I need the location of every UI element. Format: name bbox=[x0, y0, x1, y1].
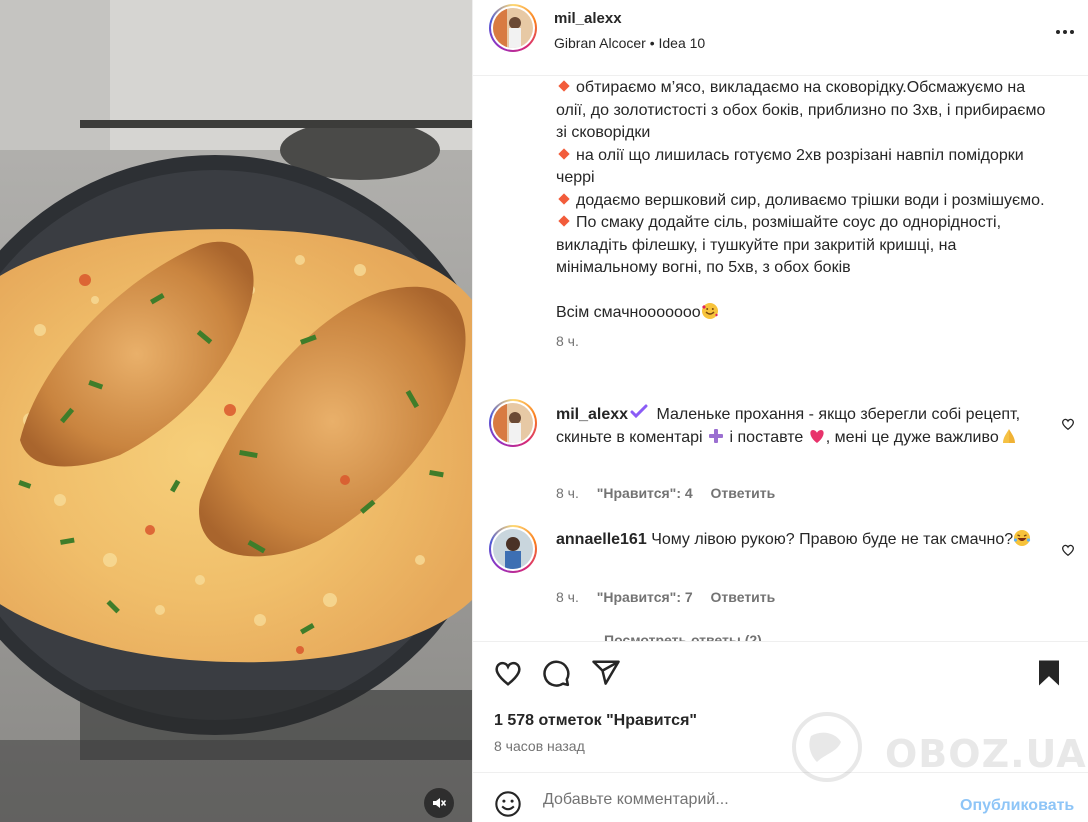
comment-bubble-icon[interactable] bbox=[541, 658, 571, 688]
share-send-icon[interactable] bbox=[591, 658, 621, 688]
comment-item: mil_alexx Маленьке прохання - якщо збере… bbox=[473, 399, 1088, 509]
diamond-bullet-icon bbox=[558, 215, 570, 227]
heart-emoji-icon bbox=[810, 429, 824, 443]
post-caption: обтираємо м’ясо, викладаємо на сковорідк… bbox=[556, 77, 1056, 353]
caption-time[interactable]: 8 ч. bbox=[556, 330, 1056, 353]
author-username[interactable]: mil_alexx bbox=[554, 10, 622, 27]
avatar-image bbox=[493, 529, 533, 569]
caption-line: додаємо вершковий сир, доливаємо трішки … bbox=[556, 190, 1056, 213]
praying-hands-emoji-icon bbox=[1002, 428, 1015, 443]
food-photo bbox=[0, 0, 472, 822]
comment-time[interactable]: 8 ч. bbox=[556, 485, 579, 501]
like-comment-heart-icon[interactable] bbox=[1061, 417, 1075, 431]
comment-text: annaelle161 Чому лівою рукою? Правою буд… bbox=[556, 529, 1036, 552]
comment-avatar[interactable] bbox=[489, 525, 537, 573]
comment-text: mil_alexx Маленьке прохання - якщо збере… bbox=[556, 403, 1036, 449]
avatar-image bbox=[493, 8, 533, 48]
diamond-bullet-icon bbox=[558, 147, 570, 160]
posted-time[interactable]: 8 часов назад bbox=[494, 738, 585, 754]
add-comment-bar: Опубликовать bbox=[473, 772, 1088, 822]
comment-item: annaelle161 Чому лівою рукою? Правою буд… bbox=[473, 525, 1088, 615]
caption-closing: Всім смачнооооооо bbox=[556, 302, 1056, 325]
caption-line: обтираємо м’ясо, викладаємо на сковорідк… bbox=[556, 79, 1046, 141]
laughing-emoji-icon bbox=[1014, 530, 1031, 546]
more-options-icon[interactable] bbox=[1053, 20, 1077, 44]
caption-line: По смаку додайте сіль, розмішайте соус д… bbox=[556, 214, 1002, 276]
publish-button[interactable]: Опубликовать bbox=[960, 797, 1074, 815]
mute-button[interactable] bbox=[424, 788, 454, 818]
comment-meta: 8 ч. "Нравится": 7 Ответить bbox=[556, 589, 789, 605]
likes-count[interactable]: 1 578 отметок "Нравится" bbox=[494, 712, 697, 730]
comment-avatar[interactable] bbox=[489, 399, 537, 447]
author-avatar[interactable] bbox=[489, 4, 537, 52]
post-modal: mil_alexx Gibran Alcocer • Idea 10 обтир… bbox=[0, 0, 1088, 822]
view-replies-button[interactable]: Посмотреть ответы (2) bbox=[556, 632, 762, 641]
comment-time[interactable]: 8 ч. bbox=[556, 589, 579, 605]
speaker-muted-icon bbox=[433, 798, 447, 808]
comment-likes[interactable]: "Нравится": 4 bbox=[597, 485, 693, 501]
smiling-hearts-emoji-icon bbox=[701, 302, 718, 319]
post-actions: 1 578 отметок "Нравится" 8 часов назад bbox=[473, 641, 1088, 772]
caption-line: на олії що лишилась готуємо 2хв розрізан… bbox=[556, 146, 1024, 187]
like-heart-icon[interactable] bbox=[493, 658, 523, 688]
diamond-bullet-icon bbox=[558, 192, 570, 205]
verified-check-icon bbox=[630, 404, 648, 419]
reply-button[interactable]: Ответить bbox=[711, 589, 776, 605]
comment-username[interactable]: annaelle161 bbox=[556, 531, 647, 548]
reply-button[interactable]: Ответить bbox=[711, 485, 776, 501]
comment-likes[interactable]: "Нравится": 7 bbox=[597, 589, 693, 605]
saved-bookmark-icon[interactable] bbox=[1034, 658, 1064, 688]
comment-username[interactable]: mil_alexx bbox=[556, 406, 628, 423]
plus-emoji-icon bbox=[709, 428, 724, 443]
post-video[interactable] bbox=[0, 0, 472, 822]
avatar-image bbox=[493, 403, 533, 443]
emoji-smile-icon[interactable] bbox=[494, 790, 522, 818]
post-header: mil_alexx Gibran Alcocer • Idea 10 bbox=[473, 0, 1088, 76]
comment-input[interactable] bbox=[543, 787, 903, 813]
diamond-bullet-icon bbox=[558, 80, 570, 92]
like-comment-heart-icon[interactable] bbox=[1061, 543, 1075, 557]
audio-subtitle[interactable]: Gibran Alcocer • Idea 10 bbox=[554, 35, 705, 51]
comment-meta: 8 ч. "Нравится": 4 Ответить bbox=[556, 485, 789, 501]
post-details: mil_alexx Gibran Alcocer • Idea 10 обтир… bbox=[472, 0, 1088, 822]
comments-scroll[interactable]: обтираємо м’ясо, викладаємо на сковорідк… bbox=[473, 77, 1088, 641]
